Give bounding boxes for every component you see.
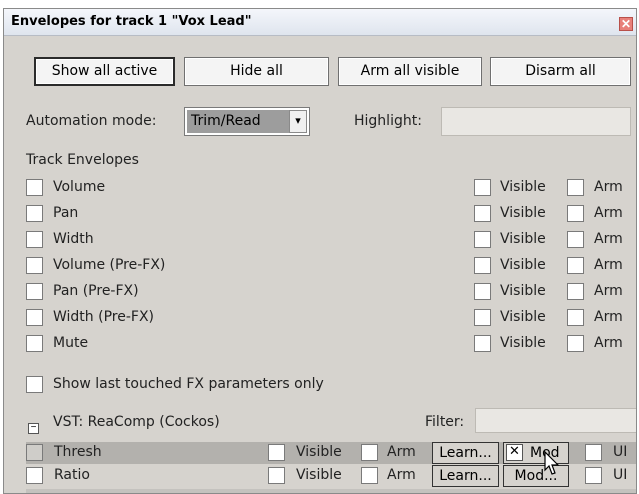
envelope-name: Width (53, 231, 94, 247)
volume-pre-fx-checkbox[interactable] (26, 257, 43, 274)
mute-checkbox[interactable] (26, 335, 43, 352)
width-pre-fx-checkbox[interactable] (26, 309, 43, 326)
visible-label: Visible (500, 257, 546, 273)
mouse-cursor-icon (544, 451, 560, 475)
envelopes-dialog: Envelopes for track 1 "Vox Lead" ✕ Show … (3, 8, 637, 494)
visible-label: Visible (500, 231, 546, 247)
arm-label: Arm (387, 444, 416, 460)
visible-label: Visible (296, 467, 342, 483)
visible-label: Visible (500, 335, 546, 351)
envelope-row-volume: Volume Visible Arm (4, 179, 636, 205)
arm-all-visible-button[interactable]: Arm all visible (338, 57, 482, 86)
envelope-row-pan: Pan Visible Arm (4, 205, 636, 231)
visible-checkbox[interactable] (474, 257, 491, 274)
arm-label: Arm (594, 179, 623, 195)
visible-label: Visible (500, 283, 546, 299)
fx-plugin-name: VST: ReaComp (Cockos) (53, 414, 220, 430)
param-name: Ratio (54, 467, 90, 483)
arm-label: Arm (594, 231, 623, 247)
filter-label: Filter: (425, 414, 465, 430)
arm-checkbox[interactable] (567, 257, 584, 274)
envelope-row-width-pre-fx: Width (Pre-FX) Visible Arm (4, 309, 636, 335)
envelope-row-volume-pre-fx: Volume (Pre-FX) Visible Arm (4, 257, 636, 283)
learn-button[interactable]: Learn... (432, 442, 499, 464)
visible-label: Visible (296, 444, 342, 460)
highlight-label: Highlight: (354, 113, 422, 129)
visible-checkbox[interactable] (268, 444, 285, 461)
ui-label: UI (613, 444, 628, 460)
arm-label: Arm (387, 467, 416, 483)
visible-checkbox[interactable] (474, 231, 491, 248)
show-all-active-button[interactable]: Show all active (34, 57, 175, 86)
envelope-name: Volume (Pre-FX) (53, 257, 166, 273)
track-envelopes-heading: Track Envelopes (26, 152, 139, 168)
arm-checkbox[interactable] (567, 179, 584, 196)
filter-input[interactable] (475, 408, 636, 433)
arm-label: Arm (594, 335, 623, 351)
param-name: Thresh (54, 444, 102, 460)
learn-button[interactable]: Learn... (432, 465, 499, 487)
window-title: Envelopes for track 1 "Vox Lead" (11, 14, 252, 29)
visible-label: Visible (500, 309, 546, 325)
ui-checkbox[interactable] (585, 467, 602, 484)
visible-checkbox[interactable] (474, 179, 491, 196)
arm-checkbox[interactable] (567, 283, 584, 300)
arm-label: Arm (594, 309, 623, 325)
next-row-partial (26, 489, 636, 493)
thresh-checkbox[interactable] (26, 444, 43, 461)
automation-mode-label: Automation mode: (26, 113, 157, 129)
envelope-name: Pan (Pre-FX) (53, 283, 139, 299)
automation-mode-select[interactable]: Trim/Read ▾ (184, 107, 310, 136)
ratio-checkbox[interactable] (26, 467, 43, 484)
chevron-down-icon[interactable]: ▾ (289, 110, 307, 133)
visible-checkbox[interactable] (474, 335, 491, 352)
pan-checkbox[interactable] (26, 205, 43, 222)
title-bar[interactable]: Envelopes for track 1 "Vox Lead" ✕ (4, 9, 636, 36)
visible-label: Visible (500, 205, 546, 221)
envelope-row-mute: Mute Visible Arm (4, 335, 636, 361)
arm-label: Arm (594, 283, 623, 299)
envelope-row-pan-pre-fx: Pan (Pre-FX) Visible Arm (4, 283, 636, 309)
disarm-all-button[interactable]: Disarm all (490, 57, 631, 86)
ui-label: UI (613, 467, 628, 483)
show-last-touched-label: Show last touched FX parameters only (53, 376, 324, 392)
width-checkbox[interactable] (26, 231, 43, 248)
visible-label: Visible (500, 179, 546, 195)
automation-mode-value: Trim/Read (187, 110, 289, 133)
volume-checkbox[interactable] (26, 179, 43, 196)
highlight-field[interactable] (441, 107, 631, 136)
visible-checkbox[interactable] (268, 467, 285, 484)
close-icon[interactable]: ✕ (619, 17, 633, 31)
show-last-touched-checkbox[interactable] (26, 376, 43, 393)
arm-checkbox[interactable] (567, 231, 584, 248)
arm-checkbox[interactable] (567, 335, 584, 352)
arm-checkbox[interactable] (361, 444, 378, 461)
envelope-name: Width (Pre-FX) (53, 309, 155, 325)
ui-checkbox[interactable] (585, 444, 602, 461)
collapse-icon[interactable]: − (28, 423, 39, 434)
visible-checkbox[interactable] (474, 283, 491, 300)
visible-checkbox[interactable] (474, 205, 491, 222)
envelope-name: Mute (53, 335, 89, 351)
arm-checkbox[interactable] (567, 205, 584, 222)
arm-checkbox[interactable] (361, 467, 378, 484)
envelope-name: Volume (53, 179, 106, 195)
mod-checked-icon: ✕ (506, 444, 523, 461)
hide-all-button[interactable]: Hide all (184, 57, 329, 86)
visible-checkbox[interactable] (474, 309, 491, 326)
arm-checkbox[interactable] (567, 309, 584, 326)
arm-label: Arm (594, 257, 623, 273)
arm-label: Arm (594, 205, 623, 221)
envelope-row-width: Width Visible Arm (4, 231, 636, 257)
pan-pre-fx-checkbox[interactable] (26, 283, 43, 300)
envelope-name: Pan (53, 205, 79, 221)
